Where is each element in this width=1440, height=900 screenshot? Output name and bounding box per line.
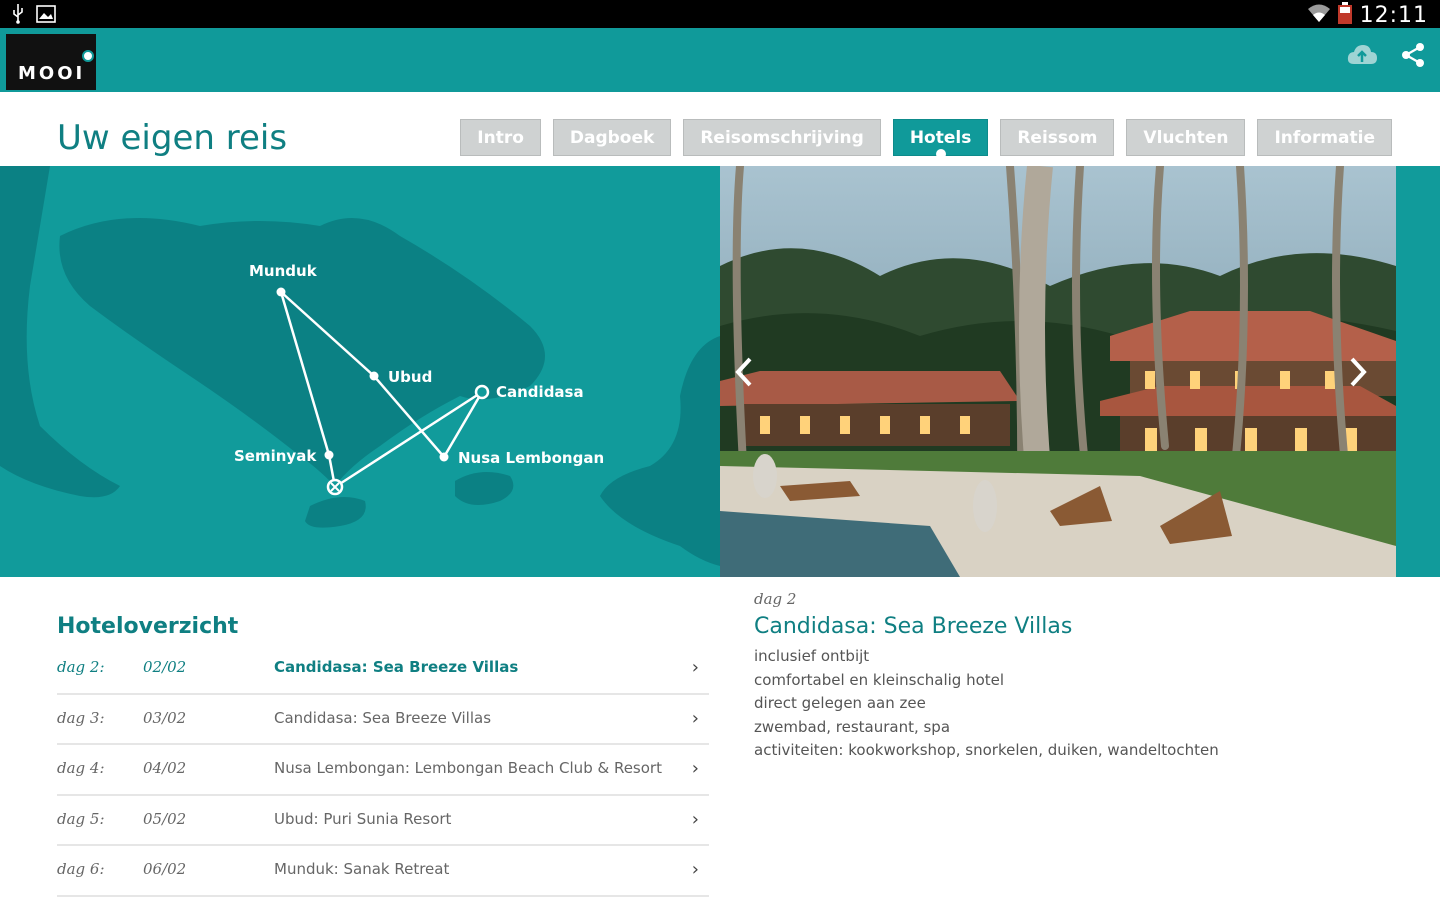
- hotel-row-dag-6[interactable]: dag 6: 06/02 Munduk: Sanak Retreat ›: [57, 846, 709, 897]
- tab-vluchten[interactable]: Vluchten: [1126, 119, 1246, 156]
- hotel-row-name: Candidasa: Sea Breeze Villas: [274, 658, 519, 676]
- tab-dagboek[interactable]: Dagboek: [552, 119, 672, 156]
- hotel-row-name: Munduk: Sanak Retreat: [274, 860, 450, 878]
- page-title: Uw eigen reis: [57, 118, 288, 158]
- detail-feature: activiteiten: kookworkshop, snorkelen, d…: [754, 741, 1219, 759]
- detail-feature: inclusief ontbijt: [754, 647, 870, 665]
- cloud-upload-icon[interactable]: [1346, 42, 1378, 73]
- hotel-row-name: Ubud: Puri Sunia Resort: [274, 809, 452, 828]
- hotel-row-date: 05/02: [143, 809, 187, 828]
- carousel-prev-button[interactable]: [732, 356, 768, 392]
- java-landmass: [0, 166, 120, 498]
- hotel-row-day: dag 4:: [57, 759, 105, 777]
- map-label-munduk: Munduk: [249, 262, 318, 280]
- mooi-logo[interactable]: MOOI: [6, 34, 96, 90]
- chevron-right-icon: ›: [691, 859, 699, 880]
- hotel-row-date: 03/02: [143, 708, 187, 727]
- map-point-ubud: [369, 371, 379, 381]
- hotel-row-day: dag 3:: [57, 708, 105, 727]
- usb-icon: [10, 4, 26, 29]
- hotel-list: dag 2: 02/02 Candidasa: Sea Breeze Villa…: [57, 644, 709, 897]
- logo-dot: [82, 50, 94, 62]
- map-point-seminyak: [324, 450, 334, 460]
- hotel-row-date: 04/02: [143, 759, 187, 777]
- hotel-photo-carousel[interactable]: [720, 166, 1396, 577]
- share-icon[interactable]: [1400, 42, 1426, 73]
- hotel-row-name: Candidasa: Sea Breeze Villas: [274, 708, 492, 727]
- status-bar: 12:11: [0, 0, 1440, 28]
- detail-feature: comfortabel en kleinschalig hotel: [754, 670, 1005, 689]
- hotel-detail: dag 2 Candidasa: Sea Breeze Villas inclu…: [754, 590, 1394, 763]
- hotel-row-day: dag 2:: [57, 658, 105, 676]
- map-label-nusa-lembongan: Nusa Lembongan: [458, 449, 604, 467]
- detail-feature: zwembad, restaurant, spa: [754, 717, 951, 736]
- hotel-row-dag-5[interactable]: dag 5: 05/02 Ubud: Puri Sunia Resort ›: [57, 796, 709, 846]
- hotel-overview-title: Hoteloverzicht: [57, 614, 239, 639]
- hotel-row-dag-3[interactable]: dag 3: 03/02 Candidasa: Sea Breeze Villa…: [57, 695, 709, 745]
- route-map[interactable]: Munduk Ubud Candidasa Seminyak Nusa Lemb…: [0, 166, 720, 577]
- chevron-right-icon: ›: [691, 707, 699, 729]
- hotel-photo: [720, 166, 1396, 577]
- tab-reissom[interactable]: Reissom: [1000, 119, 1115, 156]
- bukit-peninsula: [305, 497, 366, 528]
- map-label-ubud: Ubud: [388, 368, 432, 386]
- logo-text: MOOI: [18, 63, 86, 84]
- nusa-penida: [455, 472, 514, 505]
- map-point-nusa-lembongan: [439, 452, 449, 462]
- detail-day-label: dag 2: [754, 590, 797, 608]
- carousel-next-button[interactable]: [1346, 356, 1382, 392]
- map-label-candidasa: Candidasa: [496, 383, 584, 401]
- tab-reisomschrijving[interactable]: Reisomschrijving: [683, 119, 881, 156]
- image-icon: [36, 5, 56, 28]
- hotel-row-day: dag 5:: [57, 809, 105, 828]
- detail-feature: direct gelegen aan zee: [754, 694, 926, 712]
- tab-bar: Intro Dagboek Reisomschrijving Hotels Re…: [460, 119, 1392, 159]
- chevron-right-icon: ›: [691, 808, 699, 830]
- map-label-seminyak: Seminyak: [234, 447, 317, 465]
- airport-icon: [326, 478, 344, 496]
- lombok-landmass: [600, 336, 720, 566]
- hotel-row-date: 06/02: [143, 860, 187, 878]
- clock-time: 12:11: [1359, 3, 1428, 28]
- map-point-munduk: [276, 287, 286, 297]
- chevron-right-icon: ›: [691, 758, 699, 779]
- hotel-row-dag-2[interactable]: dag 2: 02/02 Candidasa: Sea Breeze Villa…: [57, 644, 709, 695]
- detail-hotel-title: Candidasa: Sea Breeze Villas: [754, 614, 1073, 639]
- map-point-candidasa: [474, 384, 490, 400]
- tab-hotels[interactable]: Hotels: [892, 119, 989, 159]
- side-strip: [1396, 166, 1440, 577]
- battery-icon: [1337, 2, 1352, 29]
- wifi-icon: [1307, 3, 1330, 28]
- bali-landmass: [59, 218, 545, 486]
- hotel-row-dag-4[interactable]: dag 4: 04/02 Nusa Lembongan: Lembongan B…: [57, 745, 709, 796]
- chevron-right-icon: ›: [691, 657, 699, 678]
- hotel-row-date: 02/02: [143, 658, 187, 676]
- tab-informatie[interactable]: Informatie: [1257, 119, 1392, 156]
- hotel-row-day: dag 6:: [57, 860, 105, 878]
- hotel-row-name: Nusa Lembongan: Lembongan Beach Club & R…: [274, 759, 662, 777]
- app-bar: MOOI: [0, 28, 1440, 92]
- tab-intro[interactable]: Intro: [460, 119, 541, 156]
